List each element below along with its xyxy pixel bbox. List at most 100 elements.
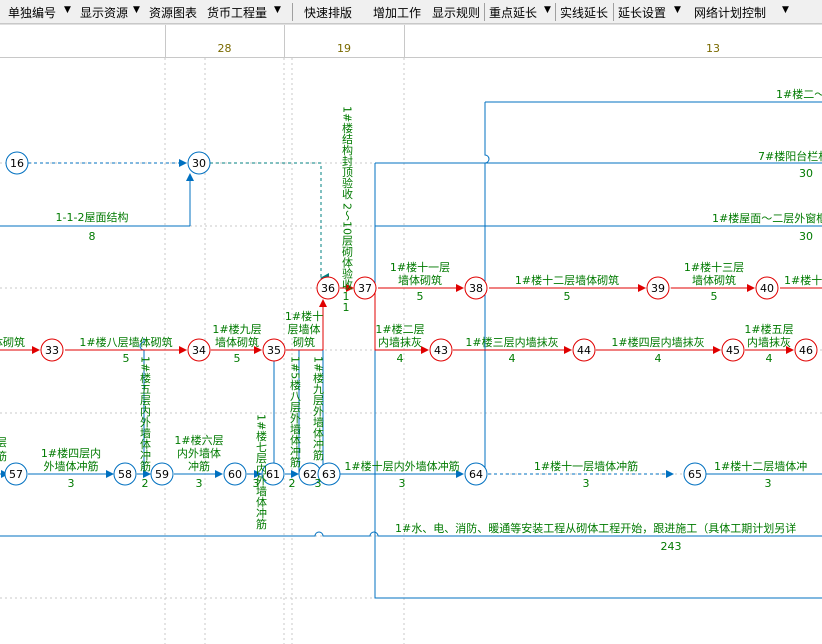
activity-duration: 2 — [142, 477, 149, 490]
timescale-cell: 13 — [706, 42, 720, 55]
activity-label: 1#楼八层墙体砌筑 — [79, 335, 172, 349]
svg-text:64: 64 — [469, 468, 483, 481]
single-numbering-menu[interactable]: 单独编号 — [8, 4, 56, 21]
svg-text:59: 59 — [155, 468, 169, 481]
node-65[interactable]: 65 — [683, 462, 707, 486]
add-work-button[interactable]: 增加工作 — [373, 4, 421, 21]
svg-text:35: 35 — [267, 344, 281, 357]
svg-text:58: 58 — [118, 468, 132, 481]
chevron-down-icon[interactable]: ▼ — [64, 5, 71, 15]
activity-label: 1#楼十二层墙体砌筑 — [515, 273, 619, 287]
svg-text:37: 37 — [358, 282, 372, 295]
node-46[interactable]: 46 — [794, 338, 818, 362]
node-34[interactable]: 34 — [187, 338, 211, 362]
activity-duration: 4 — [397, 352, 404, 365]
node-36[interactable]: 36 — [316, 276, 340, 300]
chevron-down-icon[interactable]: ▼ — [782, 5, 789, 15]
activity-label: 层墙体 — [288, 322, 321, 336]
solid-extend-button[interactable]: 实线延长 — [560, 4, 608, 21]
activity-duration: 30 — [799, 230, 813, 243]
activity-label: 墙体砌筑 — [692, 273, 736, 287]
activity-label: 1#楼十 — [285, 309, 323, 323]
node-30[interactable]: 30 — [187, 151, 211, 175]
timescale-cell: 19 — [337, 42, 351, 55]
chevron-down-icon[interactable]: ▼ — [544, 5, 551, 15]
show-rules-button[interactable]: 显示规则 — [432, 4, 480, 21]
svg-text:38: 38 — [469, 282, 483, 295]
activity-label: 内外墙体 — [177, 446, 221, 460]
chevron-down-icon[interactable]: ▼ — [133, 5, 140, 15]
activity-label: 筋 — [0, 449, 7, 463]
activity-label: 墙体砌筑 — [215, 335, 259, 349]
node-38[interactable]: 38 — [464, 276, 488, 300]
node-39[interactable]: 39 — [646, 276, 670, 300]
activity-duration: 243 — [661, 540, 682, 553]
activity-duration: 5 — [711, 290, 718, 303]
activity-duration: 3 — [583, 477, 590, 490]
node-40[interactable]: 40 — [755, 276, 779, 300]
node-37[interactable]: 37 — [353, 276, 377, 300]
activity-label: 层 — [0, 436, 7, 449]
node-35[interactable]: 35 — [262, 338, 286, 362]
node-45[interactable]: 45 — [721, 338, 745, 362]
activity-label: 1#楼四层内 — [41, 446, 101, 460]
nodes: 16 30 36 37 38 39 40 33 34 35 43 44 45 4… — [4, 151, 818, 486]
activity-label: 1#楼九层外墙体冲筋 — [312, 356, 325, 461]
activity-label: 1#楼十三层 — [684, 260, 744, 274]
activity-label: 1#楼四层内墙抹灰 — [611, 335, 704, 349]
activity-duration: 30 — [799, 167, 813, 180]
svg-text:30: 30 — [192, 157, 206, 170]
svg-text:40: 40 — [760, 282, 774, 295]
currency-quantity-menu[interactable]: 货币工程量 — [207, 4, 267, 21]
activity-label: 1#楼五层内外墙体冲筋 — [139, 356, 152, 472]
activity-duration: 4 — [655, 352, 662, 365]
node-60[interactable]: 60 — [223, 462, 247, 486]
activity-label: 内墙抹灰 — [378, 335, 422, 349]
svg-text:57: 57 — [9, 468, 23, 481]
activity-duration: 3 — [315, 477, 322, 490]
activity-label: 1#楼九层 — [212, 322, 261, 336]
activity-label: 1#楼十二层墙体冲 — [714, 459, 807, 473]
activity-duration: 3 — [399, 477, 406, 490]
show-resources-menu[interactable]: 显示资源 — [80, 4, 128, 21]
node-16[interactable]: 16 — [5, 151, 29, 175]
activity-label: 内墙抹灰 — [747, 335, 791, 349]
extend-settings-menu[interactable]: 延长设置 — [618, 4, 666, 21]
activity-duration: 5 — [123, 352, 130, 365]
resource-chart-button[interactable]: 资源图表 — [149, 4, 197, 21]
activity-label: 1#楼十 — [784, 273, 822, 287]
activity-label: 1#楼屋面～二层外窗框 — [712, 211, 822, 225]
chevron-down-icon[interactable]: ▼ — [274, 5, 281, 15]
node-44[interactable]: 44 — [572, 338, 596, 362]
activity-label: 2～10层砌体验收 — [341, 203, 354, 291]
node-58[interactable]: 58 — [113, 462, 137, 486]
network-plan-control-menu[interactable]: 网络计划控制 — [694, 4, 766, 21]
activity-label: 1#楼三层内墙抹灰 — [465, 335, 558, 349]
activity-label: 1#楼二层 — [375, 322, 424, 336]
activity-duration: 5 — [417, 290, 424, 303]
activity-label: 1#楼七层内外墙体冲筋 — [255, 414, 268, 530]
node-43[interactable]: 43 — [429, 338, 453, 362]
activity-duration: 5 — [564, 290, 571, 303]
activity-label: 1#楼二～ — [776, 87, 822, 101]
activity-label: 1#水、电、消防、暖通等安装工程从砌体工程开始，跟进施工（具体工期计划另详 — [395, 521, 796, 535]
toolbar-separator — [484, 3, 485, 21]
activity-label: 1-1-2屋面结构 — [56, 210, 129, 224]
activity-duration: 4 — [766, 352, 773, 365]
activity-duration: 3 — [765, 477, 772, 490]
key-extend-button[interactable]: 重点延长 — [489, 4, 537, 21]
chevron-down-icon[interactable]: ▼ — [674, 5, 681, 15]
activity-duration: 5 — [234, 352, 241, 365]
svg-text:61: 61 — [266, 468, 280, 481]
quick-layout-button[interactable]: 快速排版 — [304, 4, 352, 21]
svg-text:16: 16 — [10, 157, 24, 170]
node-64[interactable]: 64 — [464, 462, 488, 486]
toolbar-separator — [292, 3, 293, 21]
activity-label: 外墙体冲筋 — [44, 459, 99, 473]
node-33[interactable]: 33 — [40, 338, 64, 362]
node-57[interactable]: 57 — [4, 462, 28, 486]
activity-duration: 4 — [509, 352, 516, 365]
activity-label: 冲筋 — [188, 459, 210, 473]
activity-label: 1#楼五层 — [744, 322, 793, 336]
node-59[interactable]: 59 — [150, 462, 174, 486]
